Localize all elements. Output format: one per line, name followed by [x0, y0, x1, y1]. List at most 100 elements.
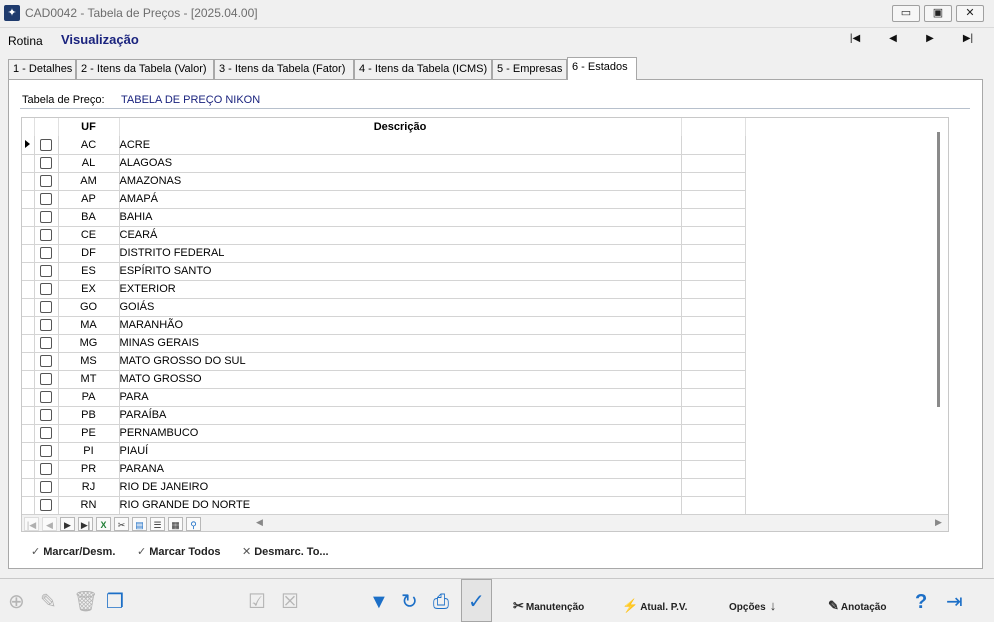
table-row[interactable]: PI PIAUÍ	[22, 442, 746, 461]
row-checkbox[interactable]	[40, 463, 52, 476]
table-row[interactable]: RJ RIO DE JANEIRO	[22, 478, 746, 497]
marcar-todos-link[interactable]: ✓ Marcar Todos	[137, 545, 221, 558]
table-row[interactable]: AM AMAZONAS	[22, 172, 746, 191]
add-icon[interactable]: ⊕	[8, 591, 25, 613]
atual-pv-button[interactable]: ⚡ Atual. P.V.	[622, 598, 687, 614]
copy-icon[interactable]: ❐	[106, 591, 124, 613]
anotacao-button[interactable]: ✎ Anotação	[828, 598, 886, 614]
row-checkbox-cell	[34, 244, 59, 263]
row-checkbox[interactable]	[40, 229, 52, 242]
opcoes-button[interactable]: Opções ↓	[729, 598, 778, 613]
scroll-left-icon[interactable]: ◀	[256, 517, 263, 528]
prev-record-button[interactable]: ◀	[884, 33, 902, 47]
tab-detalhes[interactable]: 1 - Detalhes	[8, 59, 76, 79]
row-checkbox-cell	[34, 298, 59, 317]
row-checkbox[interactable]	[40, 157, 52, 170]
marcar-desm-link[interactable]: ✓ Marcar/Desm.	[31, 545, 115, 558]
columns-icon[interactable]: ☰	[150, 517, 165, 531]
row-checkbox[interactable]	[40, 138, 52, 151]
row-checkbox[interactable]	[40, 481, 52, 494]
prev-icon[interactable]: ◀	[42, 517, 57, 531]
confirm-icon[interactable]: ☑	[248, 591, 266, 613]
print-preview-icon[interactable]: ▦	[168, 517, 183, 531]
save-icon[interactable]: ▤	[132, 517, 147, 531]
exit-icon[interactable]: ⇥	[946, 591, 963, 613]
tab-empresas[interactable]: 5 - Empresas	[492, 59, 567, 79]
search-icon[interactable]: ⚲	[186, 517, 201, 531]
tab-itens-fator[interactable]: 3 - Itens da Tabela (Fator)	[214, 59, 354, 79]
table-row[interactable]: PB PARAÍBA	[22, 406, 746, 425]
row-checkbox[interactable]	[40, 319, 52, 332]
table-row[interactable]: EX EXTERIOR	[22, 280, 746, 299]
tab-itens-icms[interactable]: 4 - Itens da Tabela (ICMS)	[354, 59, 492, 79]
tools-icon[interactable]: ✂	[114, 517, 129, 531]
table-row[interactable]: PA PARA	[22, 388, 746, 407]
table-row[interactable]: RN RIO GRANDE DO NORTE	[22, 496, 746, 515]
table-row[interactable]: BA BAHIA	[22, 208, 746, 227]
row-checkbox[interactable]	[40, 337, 52, 350]
row-checkbox[interactable]	[40, 355, 52, 368]
table-row[interactable]: MT MATO GROSSO	[22, 370, 746, 389]
table-row[interactable]: PR PARANA	[22, 460, 746, 479]
table-row[interactable]: ES ESPÍRITO SANTO	[22, 262, 746, 281]
edit-icon[interactable]: ✎	[40, 591, 57, 613]
descricao-cell: GOIÁS	[119, 298, 682, 317]
last-record-button[interactable]: ▶|	[959, 33, 977, 47]
vertical-scrollbar[interactable]	[931, 118, 948, 514]
restore-button[interactable]: ▣	[924, 5, 952, 22]
row-indicator	[22, 226, 35, 245]
last-icon[interactable]: ▶|	[78, 517, 93, 531]
row-checkbox[interactable]	[40, 391, 52, 404]
table-row[interactable]: AC ACRE	[22, 136, 746, 155]
menu-rotina[interactable]: Rotina	[8, 34, 43, 48]
descricao-header[interactable]: Descrição	[119, 118, 682, 136]
close-button[interactable]: ✕	[956, 5, 984, 22]
row-checkbox[interactable]	[40, 175, 52, 188]
scroll-right-icon[interactable]: ▶	[935, 517, 942, 528]
first-record-button[interactable]: |◀	[846, 33, 864, 47]
row-checkbox[interactable]	[40, 211, 52, 224]
table-row[interactable]: MG MINAS GERAIS	[22, 334, 746, 353]
refresh-icon[interactable]: ↻	[401, 591, 418, 613]
row-checkbox[interactable]	[40, 499, 52, 512]
row-checkbox[interactable]	[40, 247, 52, 260]
table-row[interactable]: DF DISTRITO FEDERAL	[22, 244, 746, 263]
row-checkbox[interactable]	[40, 373, 52, 386]
row-checkbox[interactable]	[40, 409, 52, 422]
extra-cell	[681, 172, 746, 191]
row-checkbox[interactable]	[40, 193, 52, 206]
delete-icon[interactable]: 🗑	[73, 591, 98, 613]
scroll-thumb[interactable]	[937, 132, 940, 407]
table-row[interactable]: PE PERNAMBUCO	[22, 424, 746, 443]
estados-grid[interactable]: UF Descrição AC ACRE AL ALAGOAS AM AMAZONAS AP…	[21, 117, 949, 532]
row-checkbox[interactable]	[40, 427, 52, 440]
table-row[interactable]: CE CEARÁ	[22, 226, 746, 245]
help-icon[interactable]: ?	[915, 591, 927, 613]
table-row[interactable]: MS MATO GROSSO DO SUL	[22, 352, 746, 371]
uf-cell: PI	[58, 442, 120, 461]
row-checkbox[interactable]	[40, 301, 52, 314]
table-row[interactable]: MA MARANHÃO	[22, 316, 746, 335]
desmarcar-todos-link[interactable]: ✕ Desmarc. To...	[242, 545, 329, 558]
tab-estados[interactable]: 6 - Estados	[567, 57, 637, 80]
next-record-button[interactable]: ▶	[921, 33, 939, 47]
row-checkbox[interactable]	[40, 283, 52, 296]
row-checkbox[interactable]	[40, 265, 52, 278]
table-row[interactable]: AP AMAPÁ	[22, 190, 746, 209]
filter-icon[interactable]: ▼	[369, 591, 389, 613]
extra-cell	[681, 496, 746, 515]
manutencao-button[interactable]: ✂ Manutenção	[513, 598, 584, 614]
cancel-icon[interactable]: ☒	[281, 591, 299, 613]
print-icon[interactable]: ⎙	[433, 591, 449, 613]
title-bar: ✦ CAD0042 - Tabela de Preços - [2025.04.…	[0, 0, 994, 28]
check-button[interactable]: ✓	[461, 579, 492, 622]
next-icon[interactable]: ▶	[60, 517, 75, 531]
table-row[interactable]: GO GOIÁS	[22, 298, 746, 317]
table-row[interactable]: AL ALAGOAS	[22, 154, 746, 173]
tab-itens-valor[interactable]: 2 - Itens da Tabela (Valor)	[76, 59, 214, 79]
uf-header[interactable]: UF	[58, 118, 120, 136]
minimize-button[interactable]: ▭	[892, 5, 920, 22]
row-checkbox[interactable]	[40, 445, 52, 458]
excel-icon[interactable]: X	[96, 517, 111, 531]
first-icon[interactable]: |◀	[24, 517, 39, 531]
